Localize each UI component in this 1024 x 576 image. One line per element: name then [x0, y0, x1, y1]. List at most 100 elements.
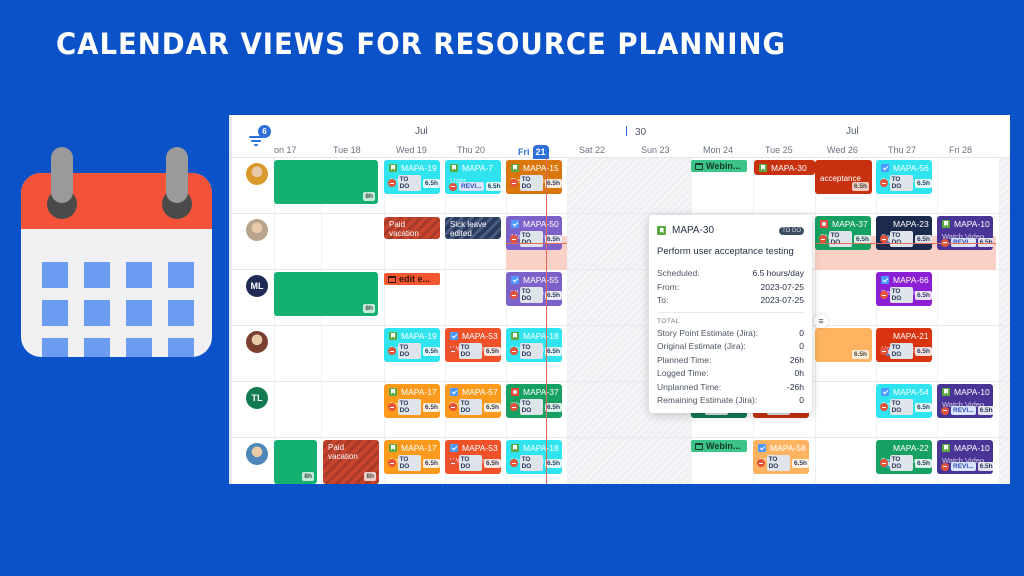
- hours-badge: 8h: [302, 472, 314, 481]
- absence-block[interactable]: Paid vacation 8h: [323, 440, 379, 484]
- story-icon: [942, 220, 950, 228]
- task-card[interactable]: MAPA-23SolutionTO DO6.5h: [876, 216, 932, 250]
- story-icon: [450, 164, 458, 172]
- day-header[interactable]: Thu 27: [888, 145, 916, 155]
- day-header[interactable]: Sat 22: [579, 145, 605, 155]
- task-card[interactable]: MAPA-57Front-endTO DO6.5h: [445, 384, 501, 418]
- task-key: MAPA-21: [893, 331, 929, 341]
- task-card[interactable]: MAPA-21Home PageTO DO6.5h: [876, 328, 932, 362]
- task-card[interactable]: MAPA-10Watch VideoREVI...6.5h: [937, 216, 993, 250]
- priority-icon: [510, 347, 518, 355]
- day-header[interactable]: Fri 21: [518, 145, 549, 159]
- priority-icon: [510, 179, 518, 187]
- task-icon: [450, 388, 458, 396]
- task-key: MAPA-19: [401, 331, 437, 341]
- task-card[interactable]: MAPA-58APITO DO6.5h: [753, 440, 809, 474]
- calendar-icon: [21, 147, 212, 357]
- calendar-grid: ML TL 8h 8h 8h Paid vacation 8h Paid vacation S…: [229, 158, 1010, 484]
- popup-summary: Perform user acceptance testing: [657, 246, 794, 257]
- task-card[interactable]: MAPA-18MarketingTO DO6.5h: [506, 440, 562, 474]
- task-card[interactable]: MAPA-55UI DesignTO DO6.5h: [506, 272, 562, 306]
- from-value: 2023-07-25: [760, 281, 804, 292]
- task-details-popup: MAPA-30 TO DO Perform user acceptance te…: [649, 215, 812, 413]
- avatar[interactable]: [246, 219, 268, 241]
- story-icon: [759, 164, 767, 172]
- menu-icon: ≡: [818, 316, 824, 326]
- filter-button[interactable]: 6: [249, 125, 273, 151]
- day-header[interactable]: on 17: [274, 145, 297, 155]
- status-badge: TO DO: [519, 231, 543, 247]
- allocation-block[interactable]: 8h: [274, 272, 378, 316]
- status-badge: REVI...: [951, 406, 976, 415]
- task-card[interactable]: MAPA-30: [754, 160, 815, 175]
- task-card[interactable]: MAPA-18MarketingTO DO6.5h: [506, 328, 562, 362]
- task-card[interactable]: MAPA-22Feature pageTO DO6.5h: [876, 440, 932, 474]
- avatar[interactable]: TL: [246, 387, 268, 409]
- absence-block[interactable]: Paid vacation: [384, 217, 440, 239]
- task-card[interactable]: MAPA-54DeadlineTO DO6.5h: [876, 384, 932, 418]
- day-header[interactable]: Tue 25: [765, 145, 793, 155]
- day-header[interactable]: Thu 20: [457, 145, 485, 155]
- avatar[interactable]: ML: [246, 275, 268, 297]
- task-key: MAPA-53: [462, 443, 498, 453]
- calendar-icon: [695, 443, 703, 450]
- task-card[interactable]: MAPA-56PrototypingTO DO6.5h: [876, 160, 932, 194]
- task-card[interactable]: MAPA-19AnalyticsTO DO6.5h: [384, 328, 440, 362]
- priority-icon: [880, 291, 888, 299]
- calendar-event[interactable]: Webin...: [691, 440, 747, 452]
- task-card[interactable]: MAPA-7 User REVI... 6.5h: [445, 160, 501, 194]
- status-badge: TO DO: [458, 455, 482, 471]
- priority-icon: [880, 403, 888, 411]
- avatar[interactable]: [246, 443, 268, 465]
- task-card[interactable]: MAPA-53Web PageTO DO6.5h: [445, 328, 501, 362]
- total-row: Story Point Estimate (Jira): 0: [657, 327, 804, 338]
- absence-block[interactable]: Sick leave edited: [445, 217, 501, 239]
- task-card[interactable]: MAPA-17App storeTO DO6.5h: [384, 440, 440, 474]
- allocation-block[interactable]: 8h: [274, 440, 317, 484]
- task-card[interactable]: MAPA-50MaintenanceTO DO6.5h: [506, 216, 562, 250]
- task-key: MAPA-66: [893, 275, 929, 285]
- allocation-block[interactable]: 6.5h: [815, 328, 872, 362]
- scheduled-value: 6.5 hours/day: [752, 268, 804, 278]
- avatar[interactable]: [246, 163, 268, 185]
- bug-icon: [511, 388, 519, 396]
- day-header[interactable]: Fri 28: [949, 145, 972, 155]
- task-key: MAPA-10: [954, 387, 990, 397]
- story-icon: [389, 388, 397, 396]
- status-badge: TO DO: [519, 287, 543, 303]
- task-card[interactable]: MAPA-66Perform userTO DO6.5h: [876, 272, 932, 306]
- resource-calendar: 6 Jul 30 Jul on 17 Tue 18 Wed 19 Thu 20 Fri 2…: [229, 115, 1010, 484]
- hours-badge: 6.5h: [914, 402, 932, 412]
- status-badge: TO DO: [397, 343, 421, 359]
- allocation-block[interactable]: 8h: [274, 160, 378, 204]
- total-row: Unplanned Time: -26h: [657, 381, 804, 392]
- priority-icon: [510, 235, 518, 243]
- task-card[interactable]: MAPA-17App storeTO DO6.5h: [384, 384, 440, 418]
- row-menu-button[interactable]: ≡: [814, 314, 828, 328]
- day-header[interactable]: Mon 24: [703, 145, 733, 155]
- day-header[interactable]: Sun 23: [641, 145, 670, 155]
- priority-icon: [880, 459, 888, 467]
- task-card[interactable]: MAPA-53Web PageTO DO6.5h: [445, 440, 501, 474]
- status-badge: TO DO: [889, 287, 913, 303]
- task-card[interactable]: MAPA-10Watch VideoREVI...6.5h: [937, 384, 993, 418]
- task-key: MAPA-19: [401, 163, 437, 173]
- current-time-line: [546, 158, 547, 484]
- day-header[interactable]: Tue 18: [333, 145, 361, 155]
- priority-icon: [449, 403, 457, 411]
- calendar-event[interactable]: Webin...: [691, 160, 747, 172]
- calendar-event[interactable]: edit e...: [384, 273, 440, 285]
- hours-badge: 6.5h: [485, 182, 501, 191]
- task-card[interactable]: MAPA-19AnalyticsTO DO6.5h: [384, 160, 440, 194]
- task-card[interactable]: MAPA-15RegressionTO DO6.5h: [506, 160, 562, 194]
- task-card[interactable]: MAPA-37PhoneTO DO6.5h: [815, 216, 871, 250]
- day-header[interactable]: Wed 19: [396, 145, 427, 155]
- avatar[interactable]: [246, 331, 268, 353]
- bug-icon: [820, 220, 828, 228]
- hours-badge: 6.5h: [422, 346, 440, 356]
- task-card[interactable]: MAPA-10Watch VideoREVI...6.5h: [937, 440, 993, 474]
- popup-task-key[interactable]: MAPA-30: [672, 225, 714, 236]
- absence-block[interactable]: acceptance 6.5h: [815, 160, 872, 194]
- task-card[interactable]: MAPA-37PhoneTO DO6.5h: [506, 384, 562, 418]
- day-header[interactable]: Wed 26: [827, 145, 858, 155]
